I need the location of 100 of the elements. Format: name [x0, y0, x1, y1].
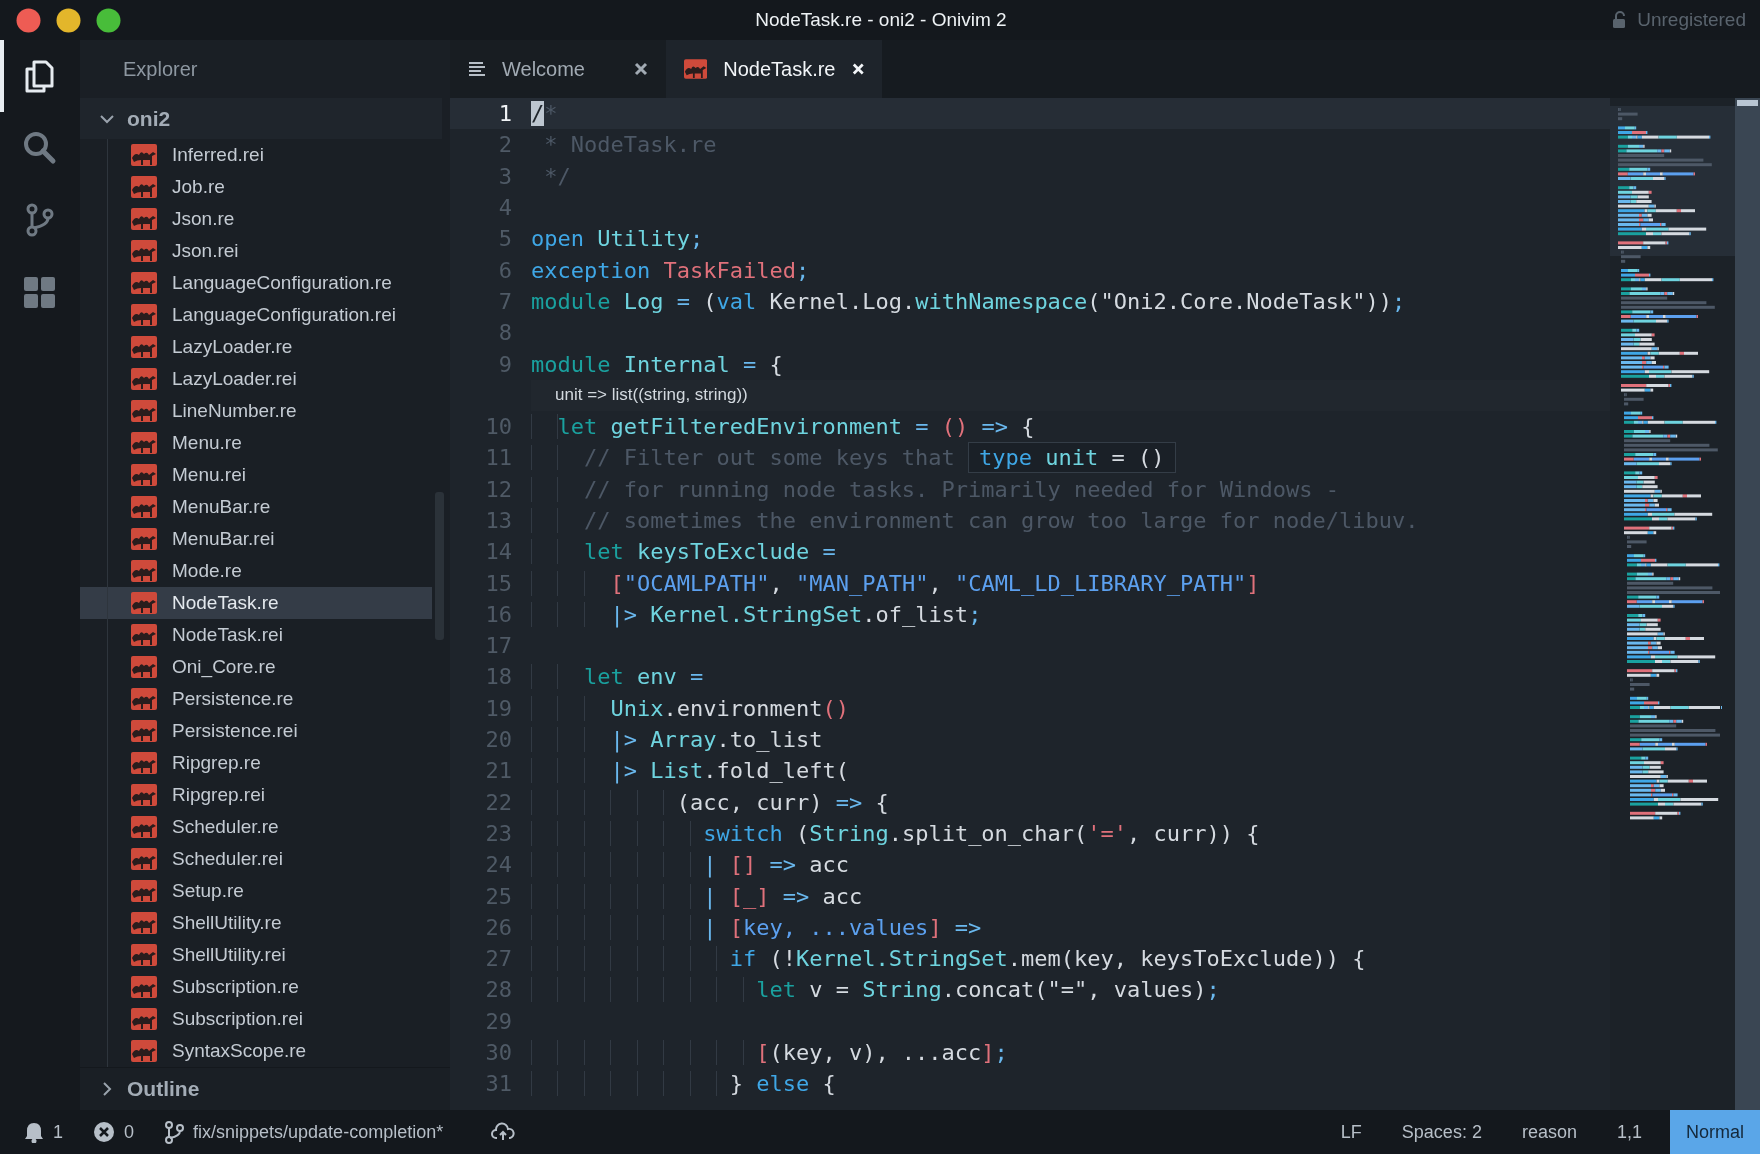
line-number: 16	[484, 601, 512, 627]
camel-file-icon	[131, 911, 157, 935]
line-number: 29	[484, 1008, 512, 1034]
line-number: 12	[484, 476, 512, 502]
line-number: 6	[497, 257, 512, 283]
code-line: |> List.fold_left(	[531, 758, 849, 784]
zoom-window-button[interactable]	[96, 7, 121, 33]
line-number: 5	[497, 226, 512, 252]
section-title[interactable]: Outline	[127, 1077, 200, 1101]
grid-icon[interactable]	[22, 274, 58, 310]
line-number: 1	[497, 101, 512, 127]
code-line: [(key, v), ...acc];	[531, 1040, 1008, 1066]
camel-file-icon	[131, 815, 157, 839]
scrollbar-thumb[interactable]	[1737, 100, 1758, 106]
folder-name[interactable]: oni2	[127, 106, 171, 131]
hover-tooltip: type unit = ()	[968, 442, 1176, 474]
code-lens: unit => list((string, string))	[555, 385, 748, 406]
code-line: (acc, curr) => {	[531, 789, 889, 815]
camel-file-icon	[131, 751, 157, 775]
line-number: 31	[484, 1071, 512, 1097]
search-icon[interactable]	[22, 130, 58, 166]
scrollbar-track[interactable]	[1735, 98, 1760, 1110]
license-label: Unregistered	[1637, 9, 1746, 31]
camel-file-icon	[131, 207, 157, 231]
code-line: |> Array.to_list	[531, 727, 823, 753]
camel-file-icon	[131, 687, 157, 711]
code-line: // Filter out some keys that	[531, 445, 969, 471]
line-number: 23	[484, 820, 512, 846]
line-number: 4	[497, 195, 512, 221]
code-line: | [_] => acc	[531, 883, 863, 909]
camel-file-icon	[131, 783, 157, 807]
code-line: module Internal = {	[531, 351, 783, 377]
line-number: 17	[484, 633, 512, 659]
code-line: let v = String.concat("=", values);	[531, 977, 1220, 1003]
code-line: exception TaskFailed;	[531, 257, 810, 283]
camel-file-icon	[684, 57, 708, 81]
error-icon[interactable]	[93, 1121, 115, 1143]
branch-icon[interactable]	[164, 1120, 185, 1144]
camel-file-icon	[131, 431, 157, 455]
line-number: 21	[484, 758, 512, 784]
line-number: 14	[484, 539, 512, 565]
close-icon[interactable]	[634, 62, 648, 76]
code-line: Unix.environment()	[531, 695, 849, 721]
cursor-position[interactable]: 1,1	[1596, 1121, 1662, 1143]
code-line: let getFilteredEnvironment = () => {	[531, 414, 1035, 440]
bell-icon[interactable]	[24, 1121, 44, 1143]
code-line: */	[543, 163, 571, 189]
window-title: NodeTask.re - oni2 - Onivim 2	[755, 9, 1007, 31]
code-line: // sometimes the environment can grow too large for node/libuv.	[531, 508, 1419, 533]
line-number: 30	[484, 1040, 512, 1066]
camel-file-icon	[131, 143, 157, 167]
camel-file-icon	[131, 879, 157, 903]
code-line: switch (String.split_on_char('=', curr)) {	[531, 820, 1260, 846]
camel-file-icon	[131, 591, 157, 615]
file-item[interactable]: NodeTask.re	[80, 587, 432, 619]
code-line: } else {	[531, 1071, 836, 1097]
line-number: 25	[484, 883, 512, 909]
code-line: * NodeTask.re	[543, 132, 717, 158]
line-number: 27	[484, 946, 512, 972]
close-window-button[interactable]	[16, 7, 41, 33]
camel-file-icon	[131, 463, 157, 487]
code-line: ["OCAMLPATH", "MAN_PATH", "CAML_LD_LIBRARY_PATH"]	[531, 570, 1260, 596]
error-count: 0	[124, 1121, 135, 1143]
notification-count: 1	[53, 1121, 63, 1143]
panel-title: Explorer	[123, 57, 198, 81]
camel-file-icon	[131, 1039, 157, 1063]
code-line: | [] => acc	[531, 852, 849, 878]
cloud-upload-icon[interactable]	[491, 1122, 516, 1142]
line-number: 2	[497, 132, 512, 158]
branch-name[interactable]: fix/snippets/update-completion*	[193, 1121, 444, 1143]
code-line: open Utility;	[531, 226, 704, 252]
line-number: 22	[484, 789, 512, 815]
camel-file-icon	[131, 623, 157, 647]
code-line: module Log = (val Kernel.Log.withNamespace("Oni2.Core.NodeTask"));	[531, 288, 1406, 314]
camel-file-icon	[131, 303, 157, 327]
camel-file-icon	[131, 335, 157, 359]
camel-file-icon	[131, 719, 157, 743]
code-line: if (!Kernel.StringSet.mem(key, keysToExclude)) {	[531, 946, 1366, 972]
minimize-window-button[interactable]	[56, 7, 81, 33]
line-ending[interactable]: LF	[1320, 1121, 1382, 1143]
code-line: // for running node tasks. Primarily needed for Windows -	[531, 476, 1339, 502]
camel-file-icon	[131, 943, 157, 967]
camel-file-icon	[131, 271, 157, 295]
line-number: 24	[484, 852, 512, 878]
indentation-setting[interactable]: Spaces: 2	[1381, 1121, 1502, 1143]
code-line: let env =	[531, 664, 704, 690]
editor-tab[interactable]: NodeTask.re	[666, 40, 882, 98]
line-number: 13	[484, 508, 512, 533]
camel-file-icon	[131, 975, 157, 999]
code-line: let keysToExclude =	[531, 539, 836, 565]
language-mode[interactable]: reason	[1501, 1121, 1597, 1143]
camel-file-icon	[131, 367, 157, 391]
active-indicator	[0, 40, 4, 112]
line-number: 20	[484, 727, 512, 753]
vim-mode: Normal	[1670, 1110, 1760, 1154]
line-number: 7	[497, 288, 512, 314]
camel-file-icon	[131, 655, 157, 679]
line-number: 3	[497, 163, 512, 189]
camel-file-icon	[131, 1007, 157, 1031]
line-number: 18	[484, 664, 512, 690]
